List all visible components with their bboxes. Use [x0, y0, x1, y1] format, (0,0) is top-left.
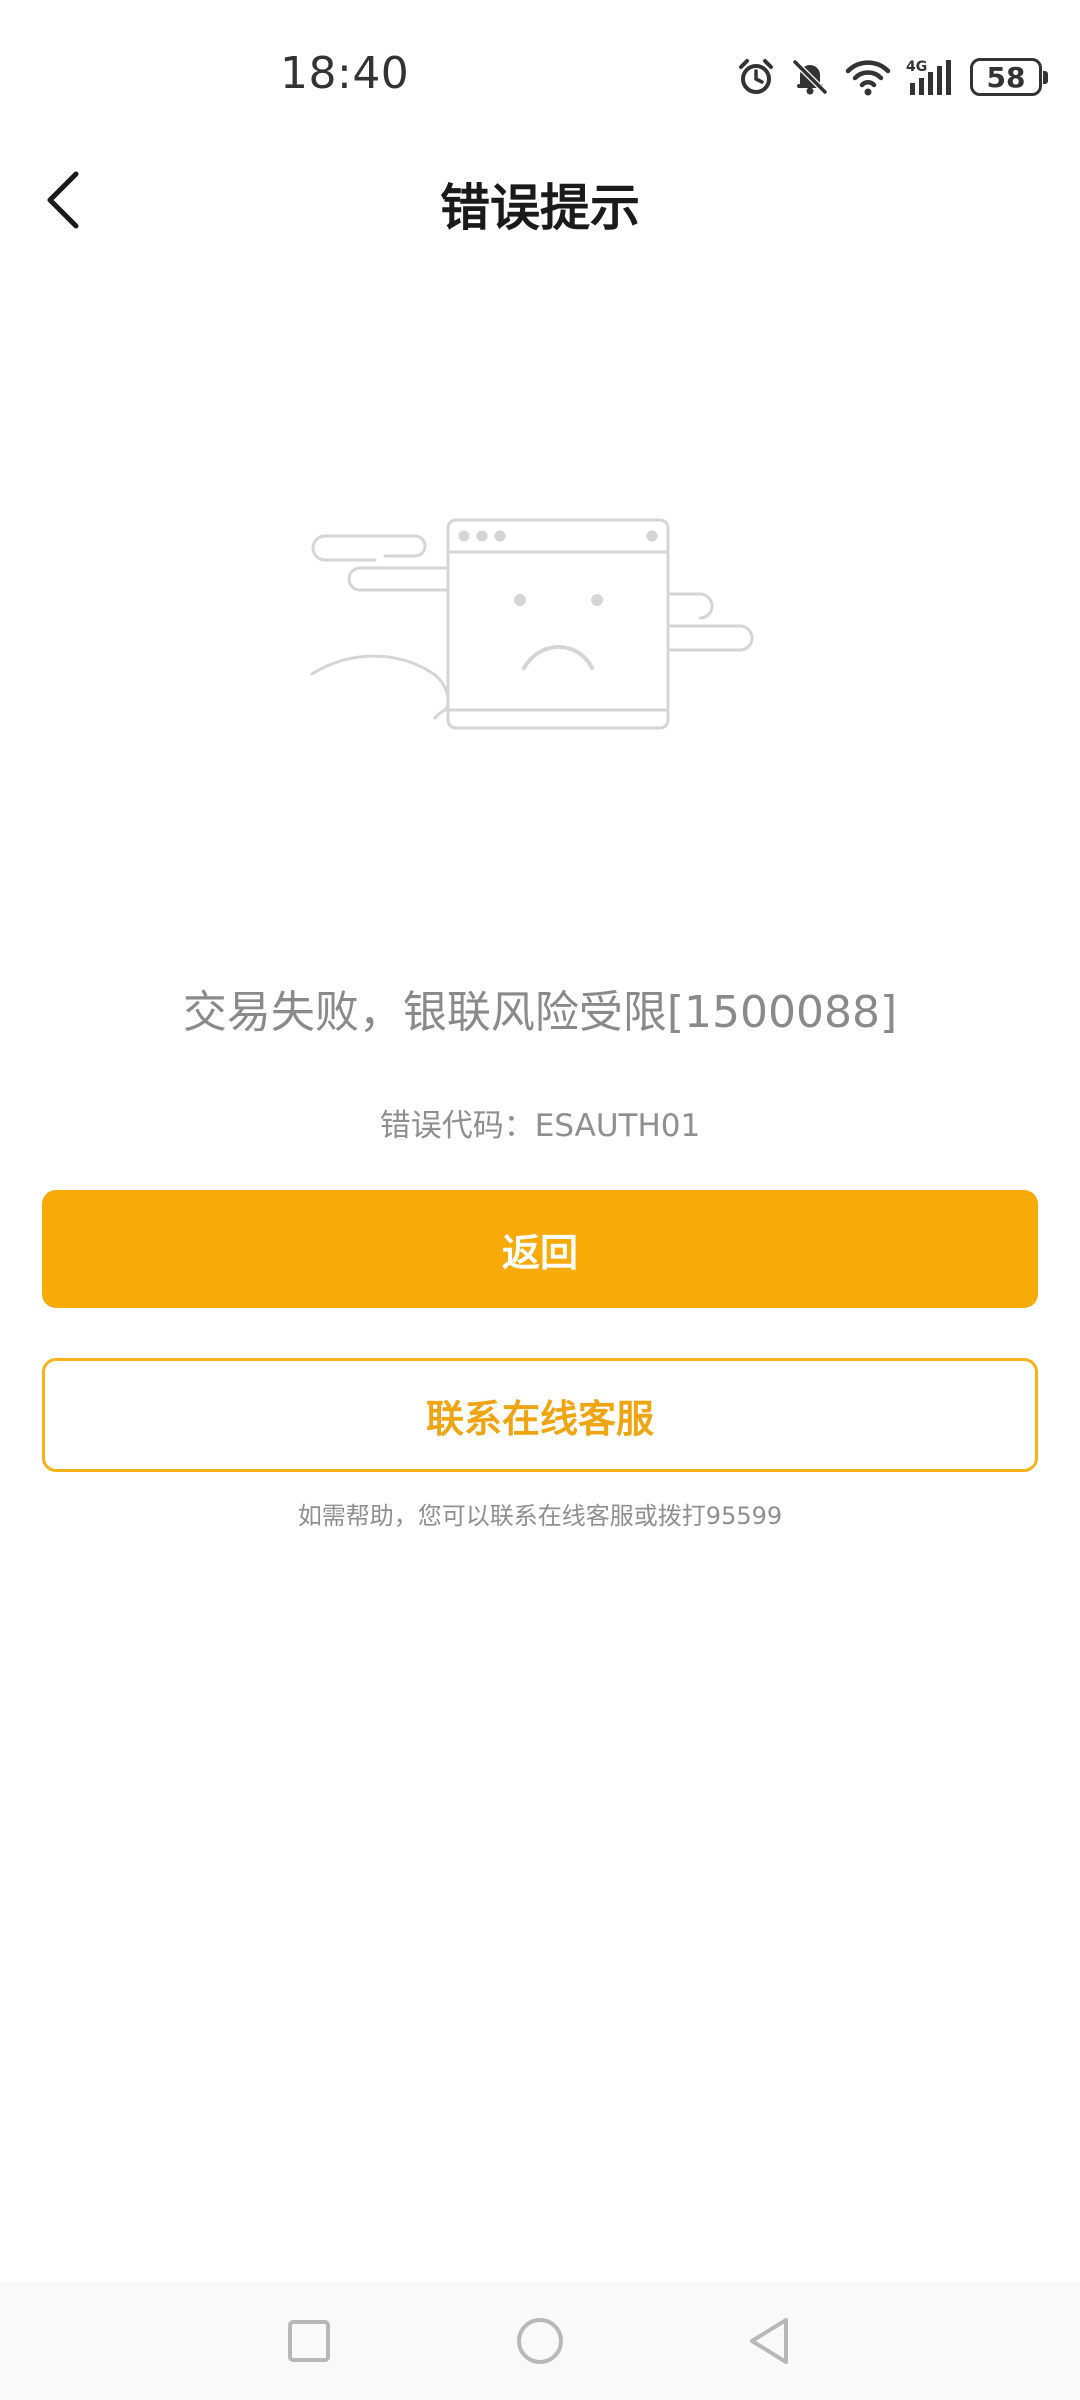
status-bar: 18:40 4G 58	[0, 0, 1080, 150]
error-code: 错误代码：ESAUTH01	[379, 1108, 701, 1144]
recent-apps-icon	[288, 2320, 330, 2362]
help-text: 如需帮助，您可以联系在线客服或拨打95599	[297, 1502, 783, 1530]
svg-text:4G: 4G	[906, 59, 927, 75]
error-message: 交易失败，银联风险受限[1500088]	[182, 987, 898, 1038]
sad-browser-window-illustration	[300, 510, 770, 750]
error-screen: 18:40 4G 58 错误提示 交易失败，银联风险受限[1500088] 错误…	[0, 0, 1080, 2400]
back-triangle-icon	[750, 2318, 788, 2364]
status-icons: 4G 58	[736, 52, 1048, 102]
contact-support-button[interactable]: 联系在线客服	[42, 1358, 1038, 1472]
home-button[interactable]	[507, 2308, 573, 2374]
alarm-icon	[736, 57, 776, 97]
header: 错误提示	[0, 150, 1080, 250]
home-icon	[517, 2318, 563, 2364]
system-back-button[interactable]	[738, 2308, 804, 2374]
recent-apps-button[interactable]	[276, 2308, 342, 2374]
signal-4g-icon: 4G	[906, 57, 956, 97]
page-title: 错误提示	[440, 179, 640, 237]
battery-level: 58	[986, 60, 1026, 94]
system-nav-bar	[0, 2282, 1080, 2400]
battery-icon: 58	[970, 58, 1048, 96]
status-time: 18:40	[280, 48, 410, 99]
return-button[interactable]: 返回	[42, 1190, 1038, 1308]
bell-off-icon	[790, 57, 830, 97]
wifi-icon	[844, 57, 892, 97]
